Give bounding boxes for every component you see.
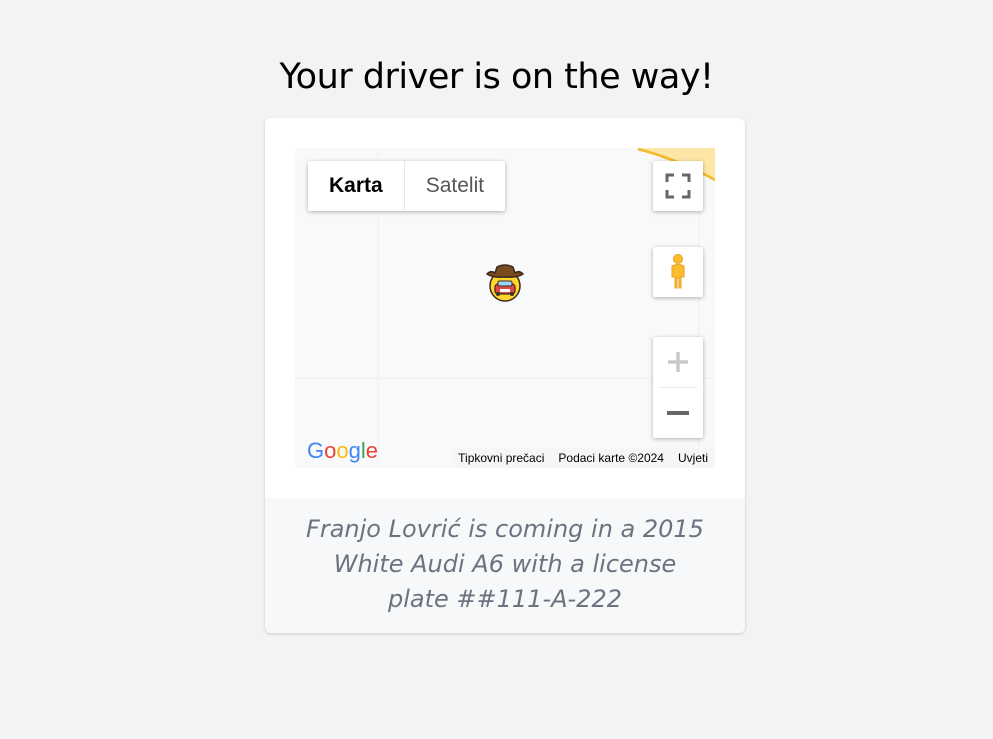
zoom-in-button[interactable] xyxy=(653,337,703,387)
map-attribution: Tipkovni prečaci Podaci karte ©2024 Uvje… xyxy=(451,448,715,468)
fullscreen-icon xyxy=(665,173,691,199)
keyboard-shortcuts-link[interactable]: Tipkovni prečaci xyxy=(451,451,551,465)
terms-link[interactable]: Uvjeti xyxy=(671,451,715,465)
street-view-button[interactable] xyxy=(653,247,703,297)
driver-marker[interactable] xyxy=(483,260,527,304)
zoom-control xyxy=(653,337,703,438)
ride-info-footer: Franjo Lovrić is coming in a 2015 White … xyxy=(265,498,745,633)
page: Your driver is on the way! Karta Satelit xyxy=(0,0,993,739)
ride-description: Franjo Lovrić is coming in a 2015 White … xyxy=(306,515,704,613)
google-logo: Google xyxy=(307,438,379,463)
map[interactable]: Karta Satelit Google Tipkovni prečaci Po… xyxy=(295,148,715,468)
zoom-out-button[interactable] xyxy=(653,388,703,438)
fullscreen-button[interactable] xyxy=(653,161,703,211)
page-title: Your driver is on the way! xyxy=(279,57,714,97)
map-data-label: Podaci karte ©2024 xyxy=(558,451,664,465)
minus-icon xyxy=(667,411,689,415)
cowboy-car-icon xyxy=(485,264,525,302)
plus-icon xyxy=(668,352,688,372)
ride-card: Karta Satelit Google Tipkovni prečaci Po… xyxy=(265,118,745,633)
pegman-icon xyxy=(671,254,685,289)
map-type-control: Karta Satelit xyxy=(308,161,506,211)
map-type-karta-button[interactable]: Karta xyxy=(308,161,405,211)
map-type-satelit-button[interactable]: Satelit xyxy=(405,161,505,211)
